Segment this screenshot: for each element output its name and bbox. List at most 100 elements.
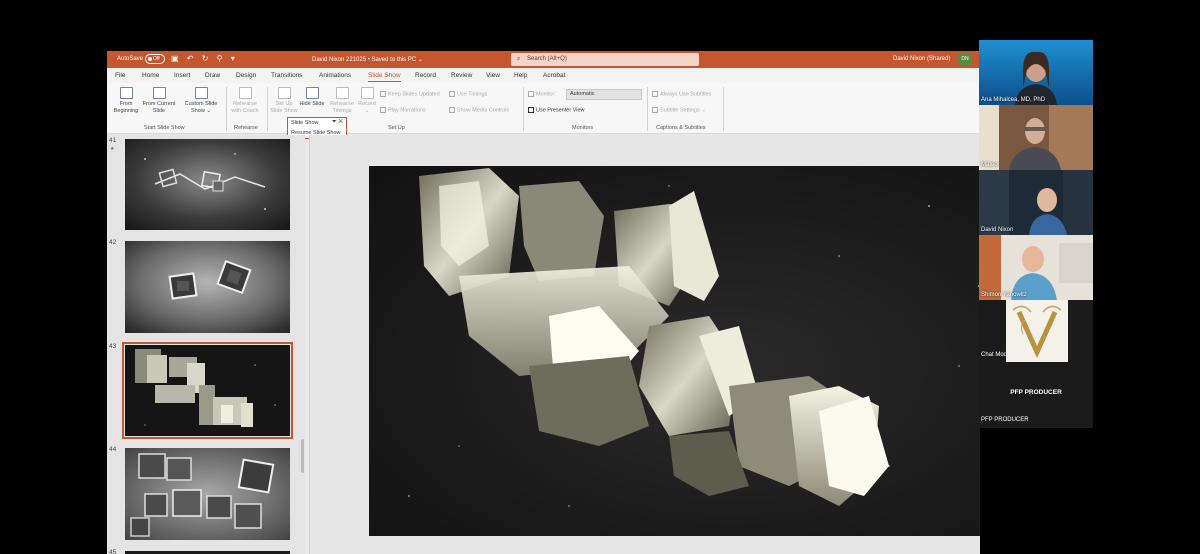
subtitle-settings-label: Subtitle Settings ⌄ <box>660 107 706 114</box>
ribbon-separator <box>723 87 724 131</box>
slide-43-image <box>125 345 290 436</box>
participant-name: David Nixon <box>981 227 1014 233</box>
from-current-label: From Current Slide <box>142 101 176 114</box>
keep-slides-updated-check[interactable]: Keep Slides Updated <box>380 91 440 97</box>
participant-tile[interactable]: Shimon Yanowitz <box>979 235 1093 300</box>
monitor-select[interactable]: Automatic <box>566 89 642 100</box>
participant-tile[interactable]: Mateo <box>979 105 1093 170</box>
rehearse-with-coach-button[interactable]: Rehearse with Coach <box>229 87 261 115</box>
use-timings-check[interactable]: Use Timings <box>449 91 487 97</box>
coach-icon <box>238 87 252 99</box>
participant-video <box>979 170 1093 235</box>
rehearse-timings-button[interactable]: Rehearse Timings <box>327 87 357 115</box>
group-setup: Set Up <box>388 125 405 131</box>
animation-star-icon: ★ <box>110 146 115 152</box>
play-narrations-check[interactable]: Play Narrations <box>380 107 426 113</box>
tab-design[interactable]: Design <box>236 72 256 79</box>
always-use-subtitles-check[interactable]: Always Use Subtitles <box>652 91 711 97</box>
tab-draw[interactable]: Draw <box>205 72 220 79</box>
ribbon-separator <box>647 87 648 131</box>
crystal-microscope-image <box>369 166 980 536</box>
checkbox-checked-icon <box>528 107 534 113</box>
play-narrations-label: Play Narrations <box>388 107 426 114</box>
subtitle-icon <box>652 107 658 113</box>
producer-name: PFP PRODUCER <box>981 417 1029 423</box>
search-icon: ⌕ <box>517 56 521 62</box>
tab-transitions[interactable]: Transitions <box>271 72 303 79</box>
tab-acrobat[interactable]: Acrobat <box>543 72 565 79</box>
subtitle-settings-button[interactable]: Subtitle Settings ⌄ <box>652 107 706 113</box>
current-slide[interactable] <box>369 166 980 536</box>
popup-close-icon[interactable]: ⏷ ✕ <box>332 119 343 126</box>
use-presenter-view-check[interactable]: Use Presenter View <box>528 107 585 113</box>
from-current-button[interactable]: From Current Slide <box>141 87 177 115</box>
slide-number: 45 <box>109 549 117 554</box>
quick-access-toolbar[interactable]: ▣ ↶ ↻ ⚲ ▾ <box>171 54 238 63</box>
powerpoint-window: AutoSave Off ▣ ↶ ↻ ⚲ ▾ David Nixon 22102… <box>107 51 980 554</box>
title-bar: AutoSave Off ▣ ↶ ↻ ⚲ ▾ David Nixon 22102… <box>107 51 980 68</box>
from-beginning-button[interactable]: From Beginning <box>110 87 142 115</box>
use-presenter-view-label: Use Presenter View <box>536 107 585 114</box>
tab-animations[interactable]: Animations <box>319 72 351 79</box>
ribbon-separator <box>267 87 268 131</box>
participant-tile[interactable]: David Nixon <box>979 170 1093 235</box>
tab-help[interactable]: Help <box>514 72 527 79</box>
slide-thumbnails-pane: 41 ★ 42 43 44 45 <box>107 135 305 554</box>
custom-slide-show-label: Custom Slide Show ⌄ <box>184 101 218 114</box>
rehearse-coach-label: Rehearse with Coach <box>231 101 259 114</box>
ribbon: From Beginning From Current Slide Custom… <box>107 83 980 134</box>
checkbox-icon <box>449 91 455 97</box>
play-current-icon <box>152 87 166 99</box>
tab-view[interactable]: View <box>486 72 500 79</box>
hide-slide-button[interactable]: Hide Slide <box>299 87 325 108</box>
participants-panel: Ana Mihalcea, MD, PhD Mateo David Nixon <box>979 40 1093 428</box>
group-start-slide-show: Start Slide Show <box>144 125 185 131</box>
slide-42-image <box>125 241 290 333</box>
record-button[interactable]: Record ⌄ <box>356 87 378 115</box>
monitor-label: Monitor: <box>528 91 556 97</box>
set-up-slide-show-button[interactable]: Set Up Slide Show <box>270 87 298 115</box>
setup-icon <box>277 87 291 99</box>
slide-editor <box>310 135 980 554</box>
tab-review[interactable]: Review <box>451 72 472 79</box>
user-name[interactable]: David Nixon (Shared) <box>893 56 950 62</box>
tab-home[interactable]: Home <box>142 72 159 79</box>
group-captions: Captions & Subtitles <box>656 125 706 131</box>
autosave-toggle[interactable]: Off <box>145 54 165 64</box>
ribbon-separator <box>523 87 524 131</box>
show-media-controls-check[interactable]: Show Media Controls <box>449 107 509 113</box>
show-media-controls-label: Show Media Controls <box>457 107 510 114</box>
participant-name: Shimon Yanowitz <box>981 292 1027 298</box>
tab-insert[interactable]: Insert <box>174 72 190 79</box>
document-title[interactable]: David Nixon 221025 • Saved to this PC ⌄ <box>312 56 423 63</box>
participant-video <box>979 40 1093 105</box>
checkbox-icon <box>380 91 386 97</box>
tab-record[interactable]: Record <box>415 72 436 79</box>
group-rehearse: Rehearse <box>234 125 258 131</box>
record-label: Record ⌄ <box>358 101 376 114</box>
slide-number: 42 <box>109 239 117 246</box>
slide-thumbnail[interactable] <box>125 241 290 333</box>
hide-slide-icon <box>305 87 319 99</box>
slide-thumbnail-selected[interactable] <box>122 342 293 439</box>
custom-slide-show-button[interactable]: Custom Slide Show ⌄ <box>182 87 220 115</box>
hide-slide-label: Hide Slide <box>299 101 325 107</box>
custom-show-icon <box>194 87 208 99</box>
search-box[interactable]: ⌕ Search (Alt+Q) <box>511 53 699 66</box>
thumbnails-scrollbar[interactable] <box>301 439 304 473</box>
user-avatar[interactable]: DN <box>958 54 972 65</box>
slide-thumbnail[interactable] <box>125 139 290 230</box>
tab-slide-show[interactable]: Slide Show <box>368 72 401 82</box>
monitor-icon <box>528 91 534 97</box>
tab-file[interactable]: File <box>115 72 125 79</box>
search-placeholder: Search (Alt+Q) <box>527 56 567 62</box>
producer-tile[interactable] <box>979 300 1093 428</box>
slide-44-image <box>125 448 290 540</box>
use-timings-label: Use Timings <box>457 91 488 98</box>
slide-thumbnail[interactable] <box>125 448 290 540</box>
participant-tile[interactable]: Ana Mihalcea, MD, PhD <box>979 40 1093 105</box>
slide-41-image <box>125 139 290 230</box>
participant-name: Mateo <box>981 162 998 168</box>
checkbox-icon <box>380 107 386 113</box>
slide-number: 44 <box>109 446 117 453</box>
